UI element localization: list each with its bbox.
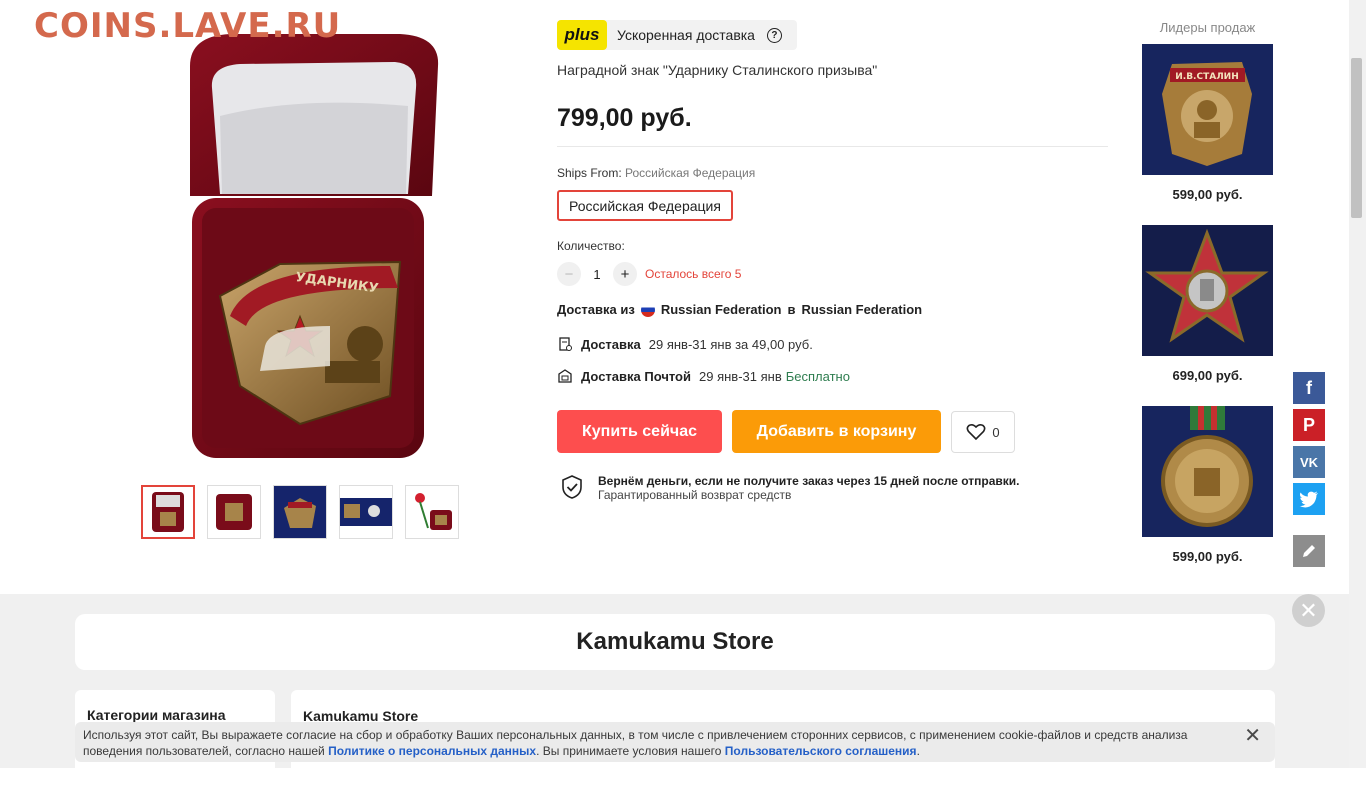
thumbnail-3[interactable] bbox=[273, 485, 327, 539]
best-seller-item[interactable]: И.В.СТАЛИН 599,00 руб. bbox=[1142, 44, 1273, 202]
user-agreement-link[interactable]: Пользовательского соглашения bbox=[725, 744, 917, 758]
money-back-guarantee: Вернём деньги, если не получите заказ че… bbox=[560, 474, 1020, 502]
cookie-text-3: . bbox=[916, 744, 920, 758]
package-icon bbox=[559, 337, 572, 351]
thumbnail-5[interactable] bbox=[405, 485, 459, 539]
store-name-card[interactable]: Kamukamu Store bbox=[75, 614, 1275, 670]
product-price: 799,00 руб. bbox=[557, 104, 692, 132]
add-to-cart-button[interactable]: Добавить в корзину bbox=[732, 410, 941, 453]
wishlist-count: 0 bbox=[992, 424, 1000, 440]
ships-from-value: Российская Федерация bbox=[625, 166, 756, 180]
thumbnail-strip bbox=[141, 485, 459, 539]
quantity-stepper: − 1 + Осталось всего 5 bbox=[557, 262, 741, 286]
delivery-from-prefix: Доставка из bbox=[557, 302, 635, 317]
privacy-policy-link[interactable]: Политике о персональных данных bbox=[328, 744, 536, 758]
post-office-icon bbox=[558, 369, 572, 383]
guarantee-title: Вернём деньги, если не получите заказ че… bbox=[598, 474, 1020, 488]
pinterest-share-icon[interactable]: P bbox=[1293, 409, 1325, 441]
country-option[interactable]: Российская Федерация bbox=[557, 190, 733, 221]
watermark: COINS.LAVE.RU bbox=[34, 6, 342, 46]
thumbnail-4[interactable] bbox=[339, 485, 393, 539]
buy-now-button[interactable]: Купить сейчас bbox=[557, 410, 722, 453]
delivery-standard-text: 29 янв-31 янв за 49,00 руб. bbox=[648, 336, 813, 352]
ships-from-label: Ships From: bbox=[557, 166, 622, 180]
delivery-in: в bbox=[787, 302, 796, 317]
delivery-route: Доставка из Russian Federation в Russian… bbox=[557, 302, 922, 317]
fast-delivery-label: Ускоренная доставка bbox=[617, 27, 755, 43]
best-seller-image[interactable] bbox=[1142, 225, 1273, 356]
best-seller-image[interactable]: И.В.СТАЛИН bbox=[1142, 44, 1273, 175]
cookie-close-icon[interactable]: ✕ bbox=[1244, 726, 1261, 746]
delivery-option-post: Доставка Почтой 29 янв-31 янв Бесплатно bbox=[557, 368, 850, 384]
plus-logo: plus bbox=[557, 20, 607, 50]
product-title: Наградной знак "Ударнику Сталинского при… bbox=[557, 62, 878, 78]
best-seller-image[interactable] bbox=[1142, 406, 1273, 537]
scrollbar-thumb[interactable] bbox=[1351, 58, 1362, 218]
thumbnail-1[interactable] bbox=[141, 485, 195, 539]
facebook-share-icon[interactable]: f bbox=[1293, 372, 1325, 404]
product-main-image[interactable]: УДАРНИКУ bbox=[150, 26, 470, 466]
delivery-to-country: Russian Federation bbox=[801, 302, 923, 317]
quantity-label: Количество: bbox=[557, 239, 625, 253]
best-seller-price: 599,00 руб. bbox=[1172, 549, 1243, 564]
guarantee-subtitle: Гарантированный возврат средств bbox=[598, 488, 792, 502]
vk-share-icon[interactable]: VK bbox=[1293, 446, 1325, 478]
russia-flag-icon bbox=[640, 302, 655, 317]
delivery-standard-label: Доставка bbox=[581, 336, 641, 352]
best-seller-badge-text: И.В.СТАЛИН bbox=[1175, 72, 1238, 82]
thumbnail-2[interactable] bbox=[207, 485, 261, 539]
quantity-minus-button[interactable]: − bbox=[557, 262, 581, 286]
stock-remaining: Осталось всего 5 bbox=[645, 267, 742, 281]
best-seller-price: 599,00 руб. bbox=[1172, 187, 1243, 202]
delivery-from-country: Russian Federation bbox=[660, 302, 782, 317]
divider bbox=[557, 146, 1108, 147]
cookie-text-2: . Вы принимаете условия нашего bbox=[536, 744, 722, 758]
best-seller-item[interactable]: 599,00 руб. bbox=[1142, 406, 1273, 564]
edit-pencil-icon[interactable] bbox=[1293, 535, 1325, 567]
fast-delivery-badge[interactable]: plus Ускоренная доставка ? bbox=[557, 20, 797, 50]
help-icon[interactable]: ? bbox=[766, 27, 782, 43]
best-sellers-title: Лидеры продаж bbox=[1159, 20, 1256, 35]
delivery-post-label: Доставка Почтой bbox=[581, 368, 691, 384]
twitter-share-icon[interactable] bbox=[1293, 483, 1325, 515]
close-icon[interactable]: ✕ bbox=[1292, 594, 1325, 627]
quantity-value[interactable]: 1 bbox=[581, 267, 613, 282]
delivery-option-standard: Доставка 29 янв-31 янв за 49,00 руб. bbox=[557, 336, 813, 352]
store-categories-title: Категории магазина bbox=[87, 707, 226, 723]
cookie-banner: Используя этот сайт, Вы выражаете соглас… bbox=[75, 722, 1275, 762]
ships-from: Ships From: Российская Федерация bbox=[557, 166, 755, 180]
best-seller-item[interactable]: 699,00 руб. bbox=[1142, 225, 1273, 383]
delivery-post-free: Бесплатно bbox=[785, 368, 850, 384]
heart-icon bbox=[966, 423, 986, 441]
delivery-post-text: 29 янв-31 янв bbox=[699, 368, 782, 384]
scrollbar[interactable] bbox=[1349, 0, 1366, 768]
shield-check-icon bbox=[562, 475, 582, 499]
quantity-plus-button[interactable]: + bbox=[613, 262, 637, 286]
wishlist-button[interactable]: 0 bbox=[951, 411, 1015, 453]
best-seller-price: 699,00 руб. bbox=[1172, 368, 1243, 383]
